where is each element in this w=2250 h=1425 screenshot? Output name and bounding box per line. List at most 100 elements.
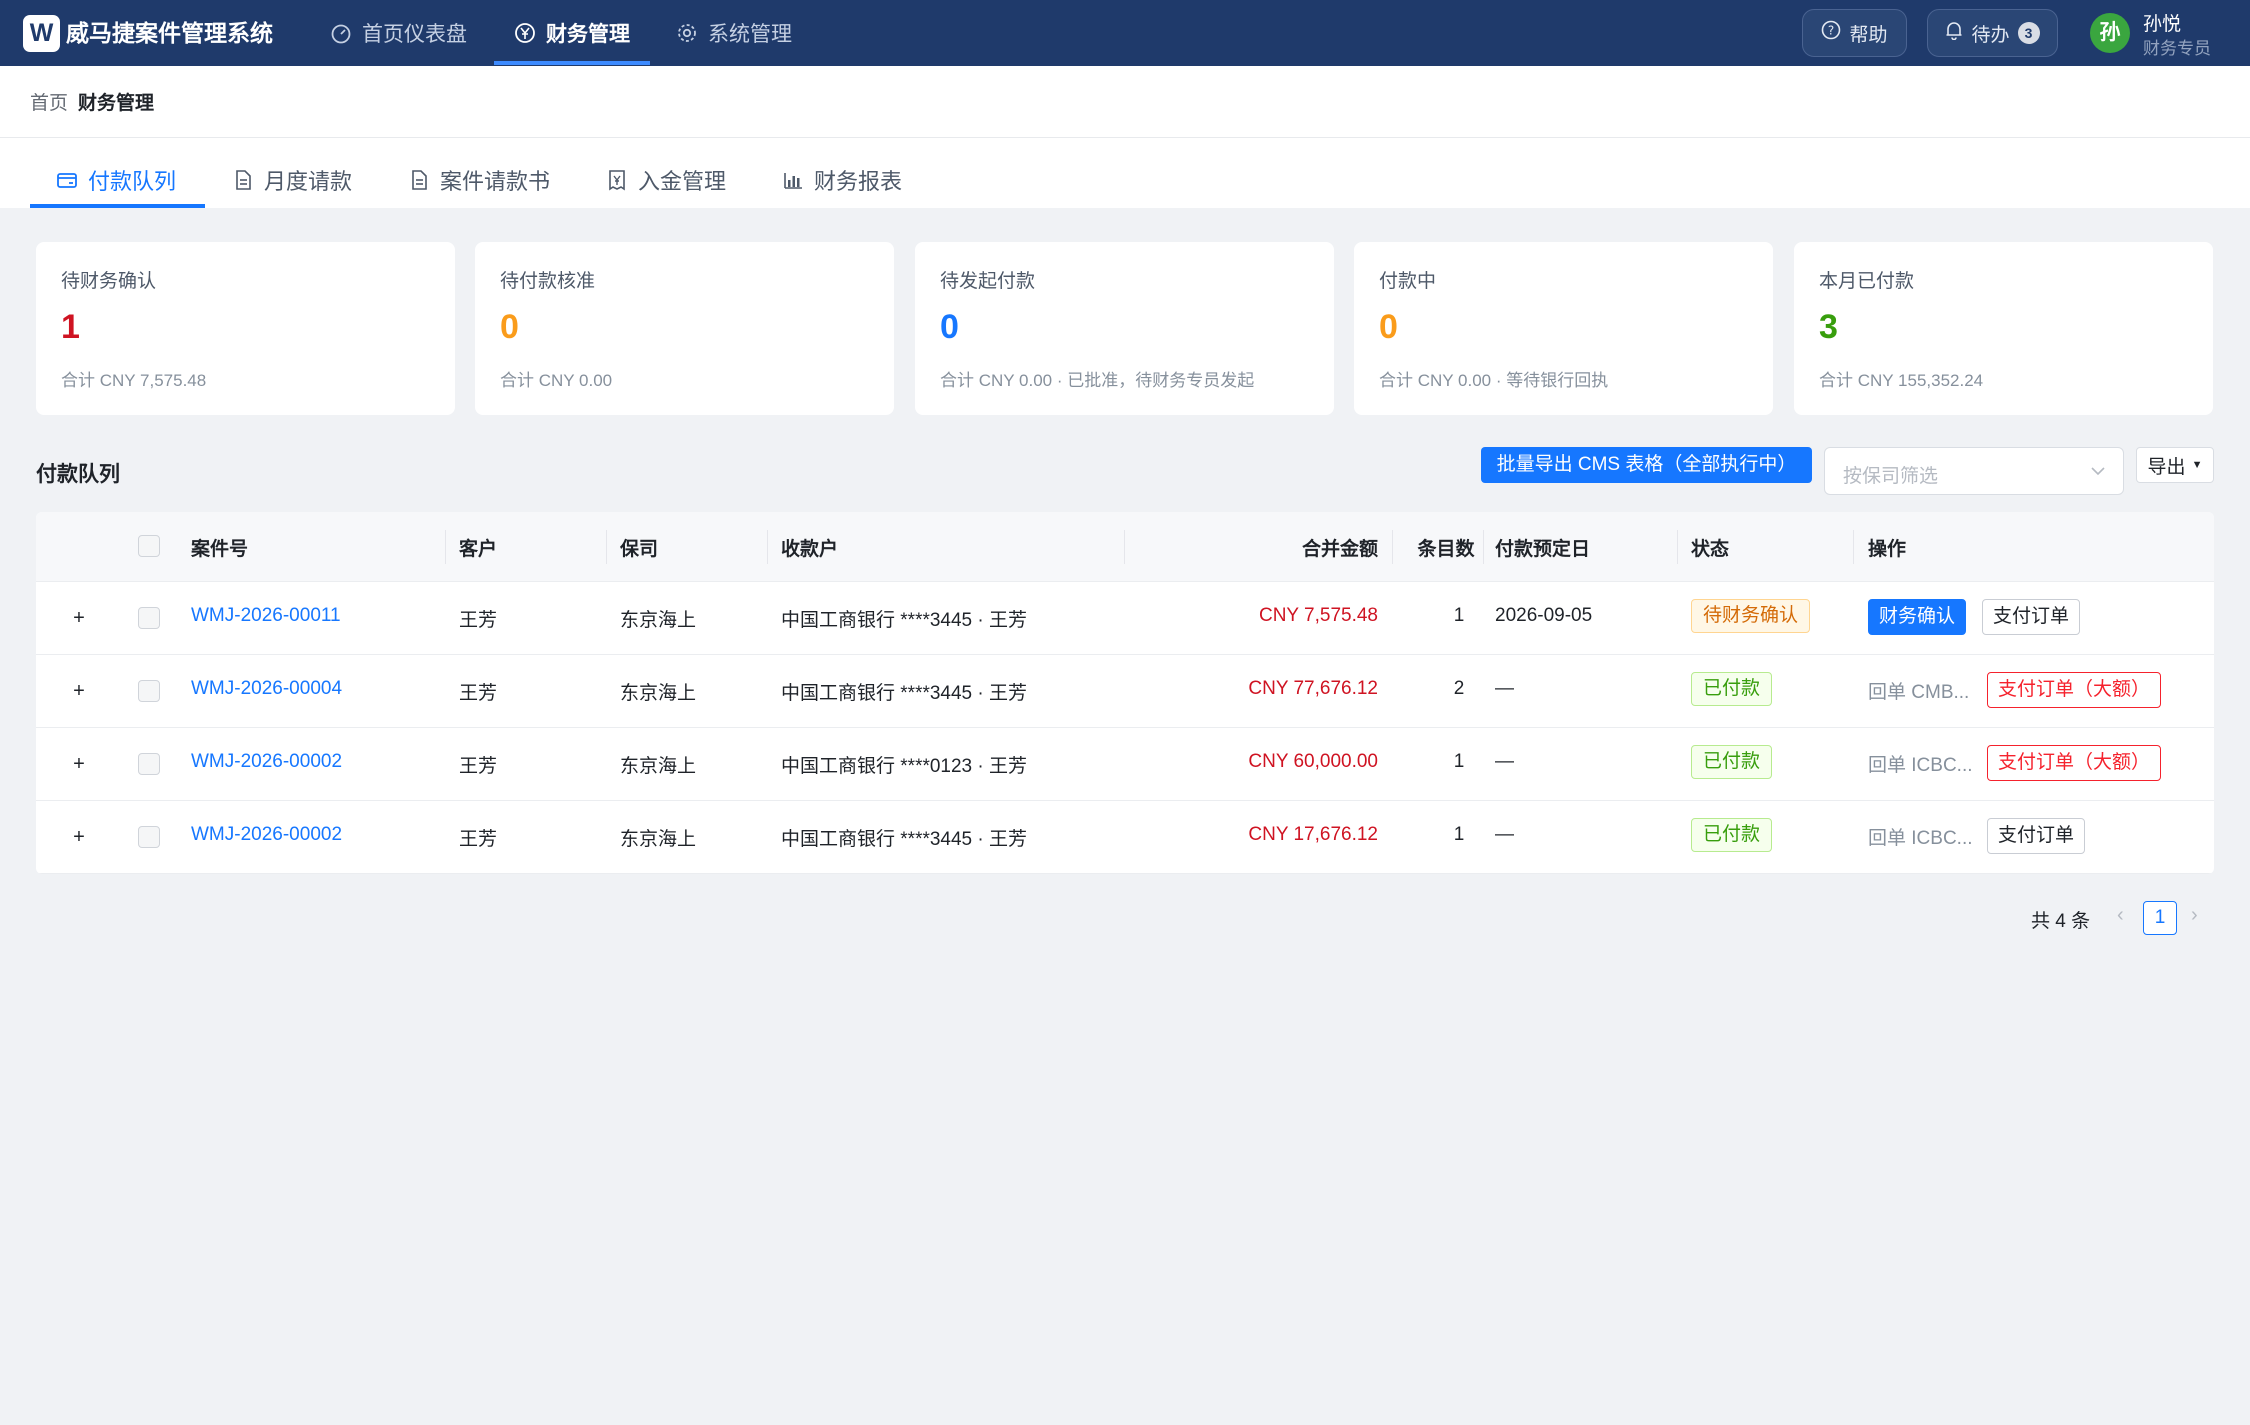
receipt-link[interactable]: 回单 CMB... [1868, 677, 1969, 704]
row-checkbox[interactable] [138, 607, 160, 629]
pay-order-button[interactable]: 支付订单 [1982, 599, 2081, 635]
column-separator [767, 530, 768, 564]
export-dropdown-button[interactable]: 导出 ▼ [2136, 447, 2214, 483]
nav-item-label: 财务管理 [546, 23, 630, 46]
todo-button[interactable]: 待办 3 [1927, 9, 2058, 57]
app-title[interactable]: 威马捷案件管理系统 [66, 18, 273, 48]
case-number-link[interactable]: WMJ-2026-00002 [191, 751, 342, 773]
client-cell: 王芳 [459, 610, 498, 631]
expand-row-icon[interactable]: + [69, 608, 89, 628]
pay-order-large-button[interactable]: 支付订单（大额） [1987, 745, 2162, 781]
stat-value: 3 [1819, 308, 1838, 346]
amount-cell: CNY 7,575.48 [1258, 605, 1378, 626]
expand-row-icon[interactable]: + [69, 681, 89, 701]
todo-count-badge: 3 [2017, 22, 2040, 44]
breadcrumb-current: 财务管理 [78, 93, 155, 114]
item-count-cell: 1 [1453, 605, 1465, 626]
status-badge: 已付款 [1691, 818, 1773, 852]
receipt-link[interactable]: 回单 ICBC... [1868, 823, 1973, 850]
stat-card-in-payment[interactable]: 付款中 0 合计 CNY 0.00 · 等待银行回执 [1354, 242, 1773, 415]
insurer-filter-select[interactable]: 按保司筛选 [1824, 447, 2124, 495]
avatar[interactable]: 孙 [2090, 13, 2130, 53]
column-header-due-date[interactable]: 付款预定日 [1495, 534, 1590, 561]
finance-icon [514, 22, 536, 44]
help-icon: ? [1821, 20, 1841, 46]
svg-text:?: ? [1828, 24, 1834, 38]
table-row: + WMJ-2026-00011 王芳 东京海上 中国工商银行 ****3445… [36, 582, 2214, 655]
nav-item-system[interactable]: 系统管理 [676, 0, 792, 66]
amount-cell: CNY 77,676.12 [1248, 678, 1378, 699]
stat-label: 待财务确认 [61, 271, 157, 292]
stat-card-paid-this-month[interactable]: 本月已付款 3 合计 CNY 155,352.24 [1794, 242, 2213, 415]
insurer-cell: 东京海上 [620, 610, 697, 631]
pay-order-large-button[interactable]: 支付订单（大额） [1987, 672, 2162, 708]
tab-financial-reports[interactable]: 财务报表 [782, 152, 902, 208]
document-icon [232, 169, 254, 191]
nav-active-indicator [494, 61, 650, 65]
row-checkbox[interactable] [138, 680, 160, 702]
tab-incoming-funds[interactable]: 入金管理 [606, 152, 726, 208]
nav-item-finance[interactable]: 财务管理 [514, 0, 630, 66]
row-checkbox[interactable] [138, 826, 160, 848]
receipt-link[interactable]: 回单 ICBC... [1868, 750, 1973, 777]
help-button[interactable]: ? 帮助 [1802, 9, 1907, 57]
chevron-left-icon[interactable]: ‹ [2117, 904, 2124, 927]
wallet-icon [56, 169, 78, 191]
select-all-checkbox[interactable] [138, 535, 160, 557]
tab-label: 案件请款书 [440, 169, 551, 194]
export-label: 导出 [2147, 456, 2186, 478]
divider [0, 137, 2250, 138]
breadcrumb: 首页 财务管理 [30, 88, 154, 115]
column-header-item-count[interactable]: 条目数 [1391, 534, 1501, 561]
column-header-client[interactable]: 客户 [459, 534, 497, 561]
top-navigation-bar: W 威马捷案件管理系统 首页仪表盘 财务管理 系统管理 ? 帮助 待办 3 孙 … [0, 0, 2250, 66]
tab-label: 财务报表 [814, 169, 903, 194]
column-header-case-no[interactable]: 案件号 [191, 534, 248, 561]
stat-subtext: 合计 CNY 155,352.24 [1819, 371, 1984, 390]
stat-subtext: 合计 CNY 7,575.48 [61, 371, 207, 390]
stat-label: 待发起付款 [940, 271, 1036, 292]
case-number-link[interactable]: WMJ-2026-00011 [191, 605, 341, 627]
gear-icon [676, 22, 698, 44]
column-separator [606, 530, 607, 564]
table-header: 案件号 客户 保司 收款户 合并金额 条目数 付款预定日 状态 操作 [36, 512, 2214, 582]
nav-item-dashboard[interactable]: 首页仪表盘 [330, 0, 467, 66]
column-separator [445, 530, 446, 564]
breadcrumb-home[interactable]: 首页 [30, 88, 68, 115]
user-name: 孙悦 [2143, 14, 2182, 35]
pay-order-button[interactable]: 支付订单 [1987, 818, 2086, 854]
expand-row-icon[interactable]: + [69, 754, 89, 774]
row-checkbox[interactable] [138, 753, 160, 775]
expand-row-icon[interactable]: + [69, 827, 89, 847]
stat-card-pending-approval[interactable]: 待付款核准 0 合计 CNY 0.00 [475, 242, 894, 415]
tab-payment-queue[interactable]: 付款队列 [56, 152, 176, 208]
finance-confirm-button[interactable]: 财务确认 [1868, 599, 1967, 635]
column-header-amount[interactable]: 合并金额 [1268, 534, 1378, 561]
user-role: 财务专员 [2143, 39, 2211, 58]
stat-card-pending-initiation[interactable]: 待发起付款 0 合计 CNY 0.00 · 已批准，待财务专员发起 [915, 242, 1334, 415]
column-separator [1483, 530, 1484, 564]
nav-item-label: 首页仪表盘 [362, 23, 467, 46]
case-number-link[interactable]: WMJ-2026-00002 [191, 824, 342, 846]
case-number-link[interactable]: WMJ-2026-00004 [191, 678, 342, 700]
pagination-page-1[interactable]: 1 [2143, 901, 2177, 935]
due-date-cell: — [1495, 678, 1514, 699]
status-badge: 已付款 [1691, 745, 1773, 779]
batch-export-cms-button[interactable]: 批量导出 CMS 表格（全部执行中） [1481, 447, 1812, 483]
tab-label: 月度请款 [264, 169, 353, 194]
stat-value: 0 [1379, 308, 1398, 346]
tab-case-request[interactable]: 案件请款书 [408, 152, 550, 208]
nav-item-label: 系统管理 [708, 23, 792, 46]
column-header-payee[interactable]: 收款户 [781, 534, 838, 561]
app-logo[interactable]: W [23, 15, 60, 52]
chevron-right-icon[interactable]: › [2191, 904, 2198, 927]
stat-label: 待付款核准 [500, 271, 596, 292]
status-badge: 已付款 [1691, 672, 1773, 706]
stat-subtext: 合计 CNY 0.00 · 等待银行回执 [1379, 371, 1609, 390]
column-header-status[interactable]: 状态 [1691, 534, 1729, 561]
due-date-cell: — [1495, 824, 1514, 845]
column-header-insurer[interactable]: 保司 [620, 534, 658, 561]
stat-card-pending-finance-confirm[interactable]: 待财务确认 1 合计 CNY 7,575.48 [36, 242, 455, 415]
tab-monthly-request[interactable]: 月度请款 [232, 152, 352, 208]
due-date-cell: — [1495, 751, 1514, 772]
